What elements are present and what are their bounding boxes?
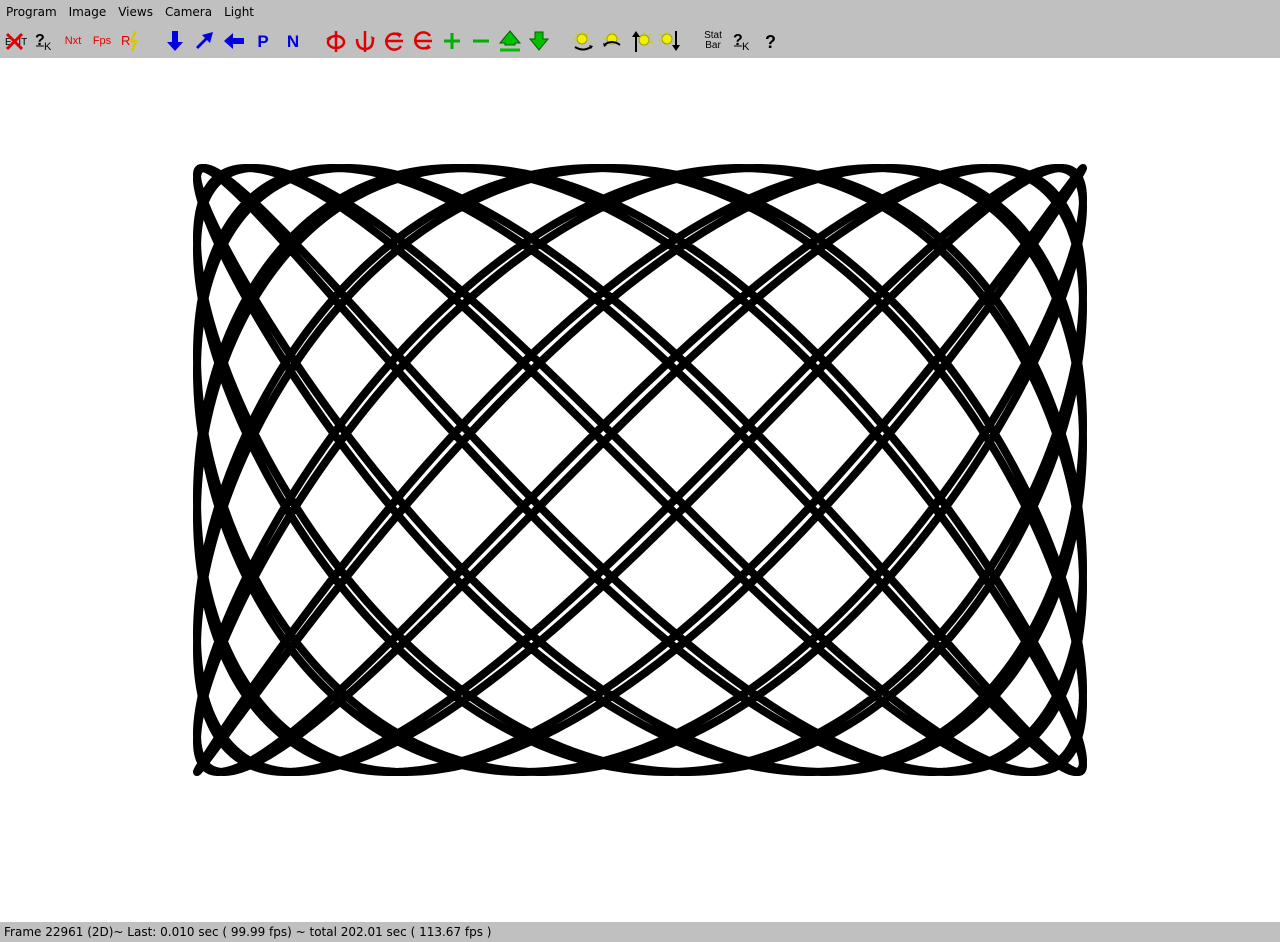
menu-light[interactable]: Light: [218, 0, 260, 25]
fps-label: Fps: [92, 34, 112, 47]
help-keys-button-2[interactable]: ? K: [730, 28, 756, 54]
svg-text:K: K: [742, 41, 750, 53]
rotate-x-reverse-icon: [414, 31, 432, 50]
move-left-button[interactable]: [221, 28, 247, 54]
light-rotate-right-icon: [603, 31, 621, 47]
fps-button[interactable]: Fps: [89, 28, 115, 54]
arrow-down-icon: [167, 31, 183, 51]
svg-text:R: R: [121, 33, 130, 48]
rotate-x-up-button[interactable]: [381, 28, 407, 54]
perspective-label: P: [257, 31, 269, 51]
toolbar: EXIT ? K Nxt Fps R: [0, 25, 1280, 58]
light-rotate-right-button[interactable]: [599, 28, 625, 54]
move-up-button[interactable]: [497, 28, 523, 54]
status-bar: Frame 22961 (2D)~ Last: 0.010 sec ( 99.9…: [0, 922, 1280, 942]
rotate-y-icon: [326, 31, 346, 52]
menu-program[interactable]: Program: [0, 0, 63, 25]
normal-view-label: N: [286, 31, 300, 51]
perspective-button[interactable]: P: [250, 28, 276, 54]
light-down-button[interactable]: [657, 28, 683, 54]
arrow-down-green-icon: [528, 31, 550, 51]
menu-image[interactable]: Image: [63, 0, 113, 25]
light-up-icon: [632, 31, 653, 52]
status-bar-toggle-button[interactable]: Stat Bar: [700, 28, 726, 54]
next-label: Nxt: [64, 34, 82, 47]
help-button[interactable]: ?: [758, 28, 784, 54]
rotate-y-reverse-icon: [355, 31, 375, 52]
arrow-left-icon: [224, 33, 244, 49]
arrow-up-green-icon: [498, 30, 522, 52]
rotate-x-icon: [385, 32, 403, 51]
move-down-button[interactable]: [162, 28, 188, 54]
rotate-y-left-button[interactable]: [323, 28, 349, 54]
refresh-button[interactable]: R: [119, 28, 145, 54]
status-text: Frame 22961 (2D)~ Last: 0.010 sec ( 99.9…: [4, 925, 492, 939]
menu-camera[interactable]: Camera: [159, 0, 218, 25]
light-up-button[interactable]: [628, 28, 654, 54]
light-rotate-left-button[interactable]: [570, 28, 596, 54]
light-rotate-left-icon: [574, 31, 593, 51]
rotate-x-down-button[interactable]: [410, 28, 436, 54]
lissajous-figure: [193, 164, 1087, 776]
exit-button[interactable]: EXIT: [2, 28, 28, 54]
move-forward-button[interactable]: [192, 28, 218, 54]
zoom-out-button[interactable]: [468, 28, 494, 54]
statbar-label-bottom: Bar: [705, 40, 721, 51]
move-down-green-button[interactable]: [526, 28, 552, 54]
exit-icon: EXIT: [5, 32, 27, 51]
render-canvas[interactable]: [0, 58, 1280, 922]
arrow-diagonal-icon: [196, 32, 213, 49]
plus-icon: [444, 33, 460, 49]
zoom-in-button[interactable]: [439, 28, 465, 54]
next-button[interactable]: Nxt: [60, 28, 86, 54]
normal-view-button[interactable]: N: [280, 28, 306, 54]
svg-text:?: ?: [765, 32, 776, 52]
menu-bar: Program Image Views Camera Light: [0, 0, 1280, 25]
question-mark-icon: ?: [765, 32, 776, 52]
lissajous-curve: [193, 164, 1087, 776]
svg-text:K: K: [44, 41, 52, 53]
light-down-icon: [659, 31, 680, 51]
rotate-y-right-button[interactable]: [352, 28, 378, 54]
minus-icon: [473, 39, 489, 43]
help-keys-button[interactable]: ? K: [32, 28, 58, 54]
lightning-refresh-icon: R: [121, 30, 138, 52]
help-keys-icon: ? K: [733, 32, 750, 53]
help-keys-icon: ? K: [35, 32, 52, 53]
menu-views[interactable]: Views: [112, 0, 159, 25]
